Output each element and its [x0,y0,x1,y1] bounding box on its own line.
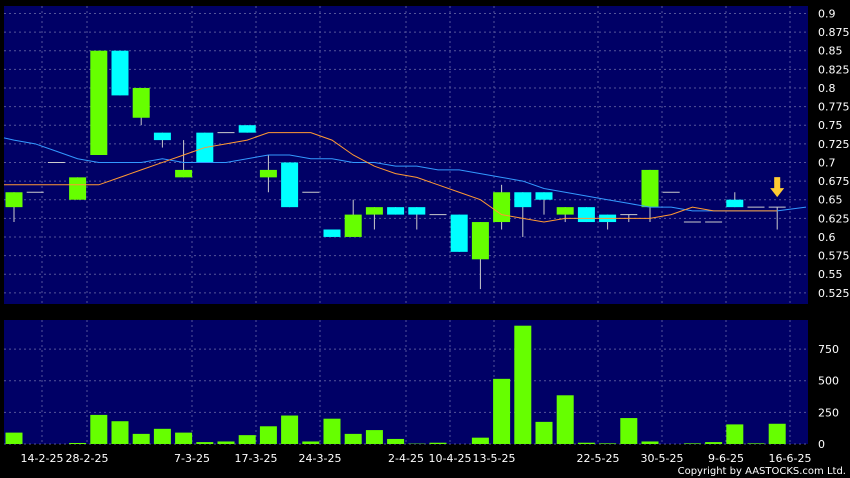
volume-bar [705,442,723,444]
volume-bar [323,418,341,444]
volume-bar [111,421,129,444]
date-tick-label: 16-6-25 [769,452,812,465]
volume-bar [471,437,489,444]
volume-bar [302,441,320,444]
candle-body [556,207,574,215]
date-tick-label: 24-3-25 [299,452,342,465]
volume-bar [429,442,447,444]
volume-bar [620,418,638,444]
candle-body [175,169,193,178]
price-tick-label: 0.875 [818,26,850,39]
volume-bar [556,395,574,444]
date-tick-label: 14-2-25 [21,452,64,465]
candle-body [323,229,341,237]
volume-bar [238,435,256,444]
candle-body [281,162,299,208]
candle-body [5,192,23,208]
volume-bar [90,414,108,444]
candle-body [471,222,489,260]
candle-body [493,192,511,223]
volume-bar [387,438,405,444]
volume-bar [5,432,23,444]
price-tick-label: 0.575 [818,250,850,263]
date-tick-label: 9-6-25 [708,452,744,465]
date-tick-label: 13-5-25 [473,452,516,465]
candle-body [69,177,87,200]
candle-body [90,50,108,156]
candle-body [535,192,553,200]
candle-body [111,50,129,96]
price-tick-label: 0.625 [818,212,850,225]
candle-body [365,207,383,215]
volume-bar [132,433,150,444]
price-tick-label: 0.65 [818,194,843,207]
volume-bar [535,421,553,444]
price-tick-label: 0.775 [818,101,850,114]
price-tick-label: 0.8 [818,82,836,95]
volume-bar [726,424,744,444]
volume-bar [69,442,87,444]
volume-bar [577,442,595,444]
volume-bar [153,428,171,444]
price-tick-label: 0.725 [818,138,850,151]
candle-body [450,214,468,252]
date-tick-label: 2-4-25 [388,452,424,465]
volume-bar [217,441,235,444]
volume-bar [683,443,701,444]
date-tick-label: 22-5-25 [577,452,620,465]
date-tick-label: 28-2-25 [66,452,109,465]
candle-body [726,199,744,208]
volume-bar [747,443,765,444]
price-tick-label: 0.75 [818,119,843,132]
candle-body [514,192,532,208]
volume-bar [259,426,277,444]
price-tick-label: 0.675 [818,175,850,188]
candle-body [577,207,595,223]
candle-body [408,207,426,215]
price-tick-label: 0.825 [818,63,850,76]
volume-tick-label: 750 [818,343,839,356]
price-tick-label: 0.6 [818,231,836,244]
volume-bar [344,433,362,444]
candle-body [641,169,659,208]
date-tick-label: 17-3-25 [235,452,278,465]
copyright: Copyright by AASTOCKS.com Ltd. [677,466,846,477]
volume-bar [514,325,532,444]
volume-bar [493,378,511,444]
price-tick-label: 0.85 [818,45,843,58]
stock-chart: 0.525 0.55 0.575 0.6 0.625 0.65 0.675 0.7 0.725 0… [0,0,850,478]
candle-body [259,169,277,178]
date-tick-label: 10-4-25 [429,452,472,465]
candle-body [387,207,405,215]
price-tick-label: 0.9 [818,7,836,20]
candle-body [153,132,171,141]
candle-body [132,87,150,118]
volume-bar [641,441,659,444]
volume-bar [175,432,193,444]
candle-body [344,214,362,237]
price-tick-label: 0.525 [818,287,850,300]
volume-tick-label: 500 [818,375,839,388]
date-tick-label: 30-5-25 [641,452,684,465]
volume-tick-label: 0 [818,438,825,451]
date-tick-label: 7-3-25 [174,452,210,465]
volume-bar [281,415,299,444]
volume-bar [768,423,786,444]
price-tick-label: 0.7 [818,156,836,169]
volume-bar [599,443,617,444]
price-tick-label: 0.55 [818,268,843,281]
candle-body [238,125,256,133]
volume-bar [365,430,383,444]
volume-tick-label: 250 [818,406,839,419]
volume-bar [196,442,214,444]
